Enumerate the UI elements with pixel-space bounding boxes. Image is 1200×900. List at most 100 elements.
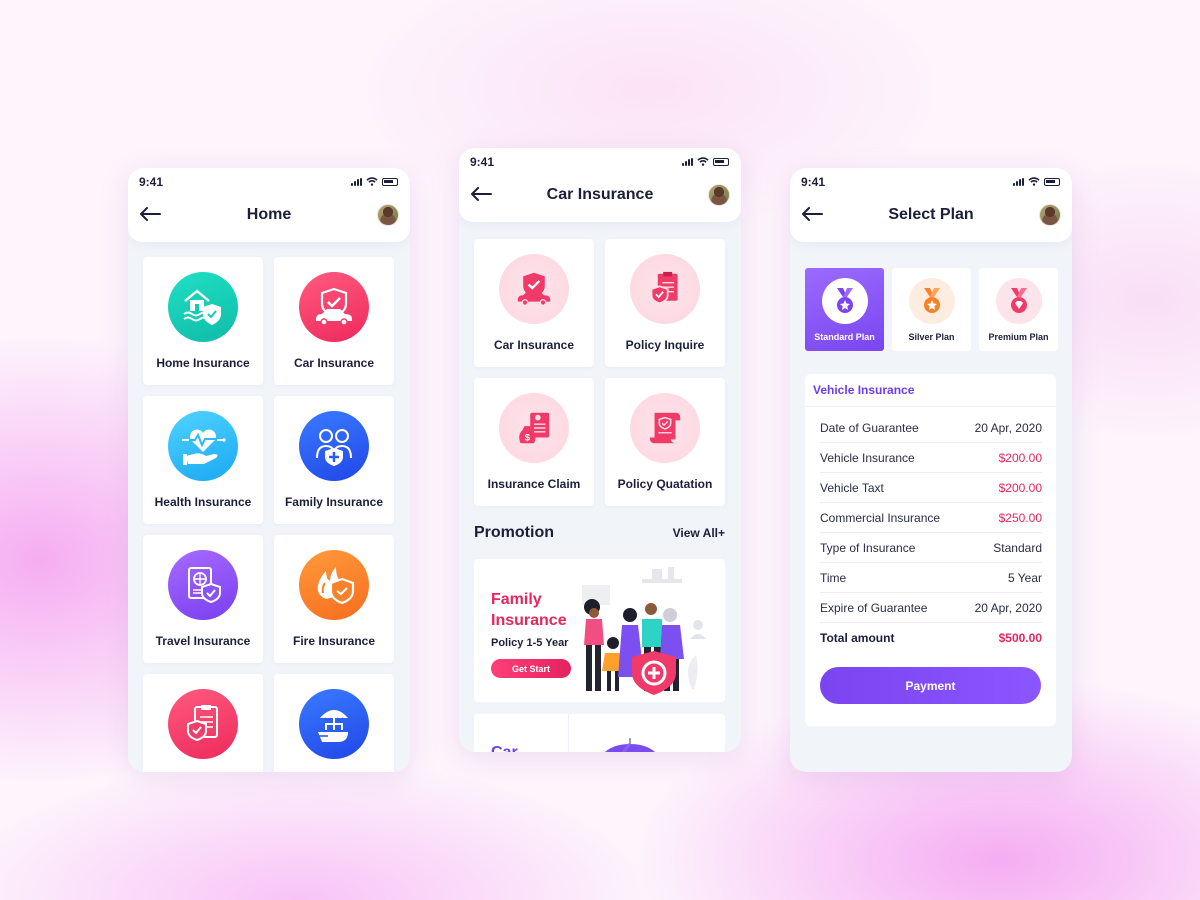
plan-label: Premium Plan — [988, 332, 1049, 342]
vehicle-insurance-details: Vehicle Insurance Date of Guarantee 20 A… — [805, 374, 1056, 726]
header: 9:41 Home — [128, 168, 410, 242]
tile-health-insurance[interactable]: Health Insurance — [143, 396, 263, 524]
status-icons — [351, 177, 398, 186]
passport-shield-icon — [168, 550, 238, 620]
tile-label: Insurance Claim — [487, 477, 581, 491]
row-value: $200.00 — [998, 480, 1042, 495]
plan-label: Standard Plan — [814, 332, 875, 342]
plan-premium[interactable]: Premium Plan — [979, 268, 1058, 351]
row-label: Expire of Guarantee — [820, 600, 928, 615]
wifi-icon — [366, 177, 378, 186]
plan-selector: Standard Plan Silver Plan Premium Plan — [805, 268, 1058, 351]
row-label: Date of Guarantee — [820, 420, 919, 435]
tile-label: Fire Insurance — [292, 634, 376, 648]
tile-family-insurance[interactable]: Family Insurance — [274, 396, 394, 524]
tile-document-insurance[interactable] — [143, 674, 263, 772]
promotion-header: Promotion View All+ — [474, 524, 725, 542]
tile-travel-insurance[interactable]: Travel Insurance — [143, 535, 263, 663]
service-grid: Car Insurance Policy Inquire $ Insurance… — [474, 239, 725, 506]
medal-diamond-icon — [995, 278, 1042, 324]
car-insurance-screen: 9:41 Car Insurance Car Insurance Policy … — [459, 148, 741, 752]
tile-insurance-claim[interactable]: $ Insurance Claim — [474, 378, 594, 506]
battery-icon — [382, 177, 398, 186]
row-value: 20 Apr, 2020 — [974, 420, 1042, 435]
total-value: $500.00 — [998, 631, 1042, 645]
detail-row: Expire of Guarantee 20 Apr, 2020 — [820, 593, 1042, 623]
family-illustration-icon — [582, 567, 706, 695]
detail-row: Date of Guarantee 20 Apr, 2020 — [820, 407, 1042, 443]
promotion-card-family[interactable]: Family Insurance Policy 1-5 Year Get Sta… — [474, 559, 725, 702]
tile-travel-boat-insurance[interactable] — [274, 674, 394, 772]
tile-policy-quatation[interactable]: Policy Quatation — [605, 378, 725, 506]
battery-icon — [1044, 177, 1060, 186]
row-label: Time — [820, 570, 847, 585]
signal-icon — [351, 177, 362, 186]
header: 9:41 Car Insurance — [459, 148, 741, 222]
tile-home-insurance[interactable]: Home Insurance — [143, 257, 263, 385]
umbrella-boat-icon — [299, 689, 369, 759]
tile-label: Home Insurance — [156, 356, 250, 370]
tile-label: Travel Insurance — [155, 634, 251, 648]
tile-policy-inquire[interactable]: Policy Inquire — [605, 239, 725, 367]
clipboard-shield-icon — [630, 254, 700, 324]
status-time: 9:41 — [801, 175, 826, 189]
tile-label: Policy Inquire — [625, 338, 705, 352]
get-start-button[interactable]: Get Start — [491, 659, 571, 678]
detail-row: Vehicle Insurance $200.00 — [820, 443, 1042, 473]
tile-label: Car Insurance — [493, 338, 575, 352]
promotion-title: Family Insurance — [491, 591, 567, 629]
tile-label: Health Insurance — [154, 495, 252, 509]
status-time: 9:41 — [470, 155, 495, 169]
promotion-heading: Promotion — [474, 524, 554, 541]
tile-car-insurance[interactable]: Car Insurance — [474, 239, 594, 367]
detail-row: Time 5 Year — [820, 563, 1042, 593]
header: 9:41 Select Plan — [790, 168, 1072, 242]
total-label: Total amount — [820, 631, 895, 645]
page-title: Select Plan — [888, 206, 974, 223]
car-shield-icon — [499, 254, 569, 324]
house-shield-icon — [168, 272, 238, 342]
row-label: Vehicle Insurance — [820, 450, 915, 465]
avatar[interactable] — [708, 184, 730, 206]
umbrella-icon — [605, 738, 655, 752]
avatar[interactable] — [1039, 204, 1061, 226]
select-plan-screen: 9:41 Select Plan Standard Plan Silver Pl… — [790, 168, 1072, 772]
row-value: $200.00 — [998, 450, 1042, 465]
view-all-link[interactable]: View All+ — [673, 526, 725, 540]
tile-car-insurance[interactable]: Car Insurance — [274, 257, 394, 385]
scroll-shield-icon — [630, 393, 700, 463]
avatar[interactable] — [377, 204, 399, 226]
insurance-grid: Home Insurance Car Insurance Health Insu… — [143, 257, 394, 772]
status-icons — [1013, 177, 1060, 186]
row-value: Standard — [993, 540, 1042, 555]
tile-label: Policy Quatation — [617, 477, 713, 491]
home-screen: 9:41 Home Home Insurance Car Insurance H… — [128, 168, 410, 772]
detail-row: Commercial Insurance $250.00 — [820, 503, 1042, 533]
row-value: 5 Year — [1007, 570, 1042, 585]
page-title: Car Insurance — [546, 186, 654, 203]
card-divider — [568, 714, 569, 752]
detail-row: Type of Insurance Standard — [820, 533, 1042, 563]
plan-standard[interactable]: Standard Plan — [805, 268, 884, 351]
money-bag-document-icon: $ — [499, 393, 569, 463]
car-shield-icon — [299, 272, 369, 342]
tile-label: Family Insurance — [284, 495, 384, 509]
document-shield-icon — [168, 689, 238, 759]
details-rows: Date of Guarantee 20 Apr, 2020 Vehicle I… — [805, 407, 1056, 653]
row-label: Vehicle Taxt — [820, 480, 884, 495]
tile-fire-insurance[interactable]: Fire Insurance — [274, 535, 394, 663]
plan-silver[interactable]: Silver Plan — [892, 268, 971, 351]
wifi-icon — [1028, 177, 1040, 186]
plan-label: Silver Plan — [908, 332, 955, 342]
status-icons — [682, 157, 729, 166]
row-value: 20 Apr, 2020 — [974, 600, 1042, 615]
promotion-subtitle: Policy 1-5 Year — [491, 637, 569, 649]
payment-button[interactable]: Payment — [820, 667, 1041, 704]
fire-shield-icon — [299, 550, 369, 620]
promotion-card-car[interactable]: Car — [474, 714, 725, 752]
family-shield-icon — [299, 411, 369, 481]
promotion-title: Car — [491, 744, 518, 752]
row-value: $250.00 — [998, 510, 1042, 525]
total-row: Total amount $500.00 — [820, 623, 1042, 653]
details-heading: Vehicle Insurance — [805, 374, 1056, 407]
